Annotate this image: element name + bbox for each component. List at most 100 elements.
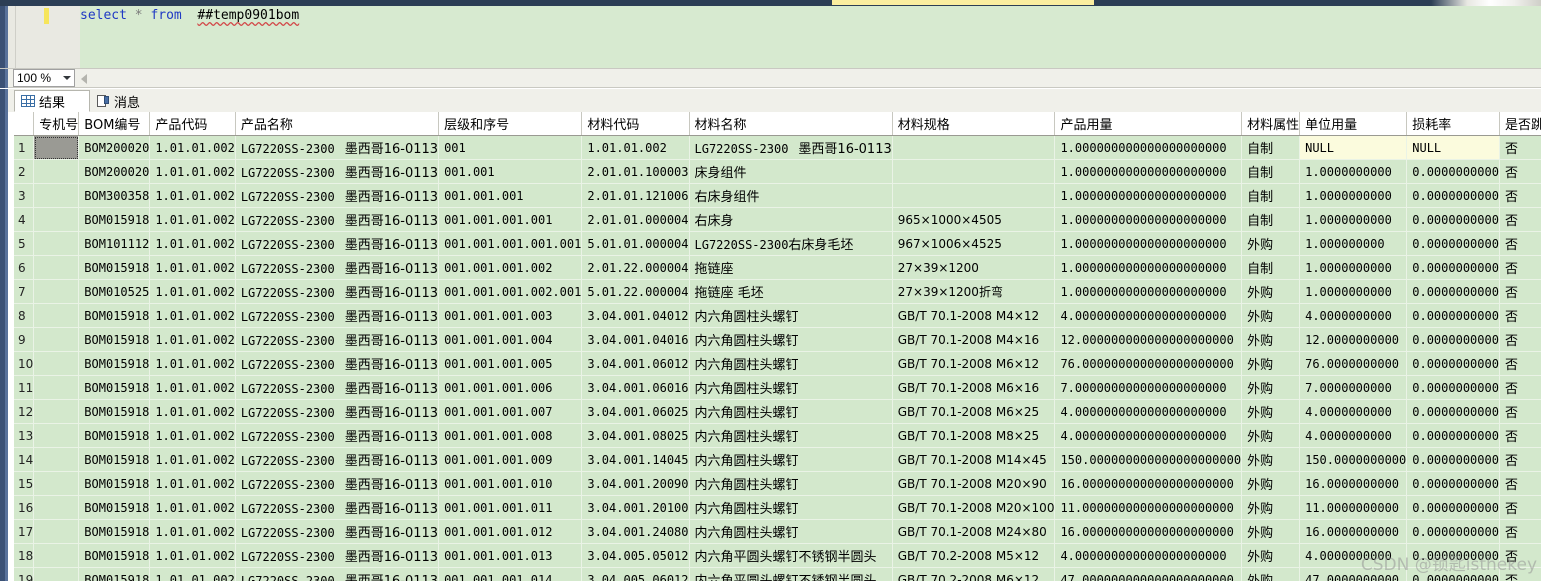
cell-prodqty[interactable]: 7.000000000000000000000 <box>1054 375 1243 400</box>
cell-bom[interactable]: BOM015918 <box>78 255 151 280</box>
cell-levelseq[interactable]: 001.001.001.001 <box>438 207 583 232</box>
cell-unitqty[interactable]: 1.0000000000 <box>1299 183 1408 208</box>
cell-lossrate[interactable]: 0.0000000000 <box>1406 399 1500 424</box>
cell-prodqty[interactable]: 1.000000000000000000000 <box>1054 255 1243 280</box>
cell-lossrate[interactable]: 0.0000000000 <box>1406 183 1500 208</box>
cell-unitqty[interactable]: 12.0000000000 <box>1299 327 1408 352</box>
cell-prodcode[interactable]: 1.01.01.002 <box>149 327 236 352</box>
cell-prodcode[interactable]: 1.01.01.002 <box>149 351 236 376</box>
results-grid[interactable]: 专机号 BOM编号 产品代码 产品名称 层级和序号 材料代码 材料名称 材料规格 产品用量 材料属… <box>14 112 1541 581</box>
cell-lossrate[interactable]: 0.0000000000 <box>1406 207 1500 232</box>
row-number[interactable]: 1 <box>14 135 35 160</box>
row-number[interactable]: 6 <box>14 255 35 280</box>
cell-prodqty[interactable]: 76.000000000000000000000 <box>1054 351 1243 376</box>
cell-matspec[interactable]: 967×1006×4525 <box>892 231 1056 256</box>
cell-prodcode[interactable]: 1.01.01.002 <box>149 375 236 400</box>
row-number[interactable]: 15 <box>14 471 35 496</box>
cell-unitqty[interactable]: 1.000000000 <box>1299 231 1408 256</box>
cell-zhuanjihao[interactable] <box>33 279 80 304</box>
cell-levelseq[interactable]: 001.001.001.003 <box>438 303 583 328</box>
cell-unitqty[interactable]: 4.0000000000 <box>1299 303 1408 328</box>
cell-lossrate[interactable]: 0.0000000000 <box>1406 447 1500 472</box>
cell-matcode[interactable]: 3.04.001.08025 <box>581 423 690 448</box>
cell-bom[interactable]: BOM015918 <box>78 567 151 581</box>
cell-lossrate[interactable]: 0.0000000000 <box>1406 351 1500 376</box>
cell-zhuanjihao[interactable] <box>33 375 80 400</box>
cell-levelseq[interactable]: 001.001.001.001.001 <box>438 231 583 256</box>
cell-prodname[interactable]: LG7220SS-2300 墨西哥16-0113 <box>235 519 440 544</box>
cell-matattr[interactable]: 外购 <box>1241 567 1301 581</box>
table-row[interactable]: 6 BOM015918 1.01.01.002 LG7220SS-2300 墨西哥16-… <box>14 255 1541 280</box>
cell-bom[interactable]: BOM015918 <box>78 519 151 544</box>
row-number[interactable]: 13 <box>14 423 35 448</box>
cell-zhuanjihao[interactable] <box>33 231 80 256</box>
cell-matattr[interactable]: 外购 <box>1241 231 1301 256</box>
cell-bom[interactable]: BOM015918 <box>78 423 151 448</box>
cell-prodname[interactable]: LG7220SS-2300 墨西哥16-0113 <box>235 375 440 400</box>
cell-levelseq[interactable]: 001.001.001.010 <box>438 471 583 496</box>
cell-zhuanjihao[interactable] <box>33 327 80 352</box>
cell-levelseq[interactable]: 001.001.001.011 <box>438 495 583 520</box>
cell-matspec[interactable]: GB/T 70.1-2008 M20×100 <box>892 495 1056 520</box>
cell-bom[interactable]: BOM015918 <box>78 471 151 496</box>
cell-matattr[interactable]: 自制 <box>1241 135 1301 160</box>
cell-prodcode[interactable]: 1.01.01.002 <box>149 543 236 568</box>
cell-lossrate[interactable]: 0.0000000000 <box>1406 255 1500 280</box>
column-header-prodname[interactable]: 产品名称 <box>235 112 440 136</box>
cell-prodqty[interactable]: 4.000000000000000000000 <box>1054 423 1243 448</box>
table-row[interactable]: 3 BOM300358 1.01.01.002 LG7220SS-2300 墨西哥16-… <box>14 183 1541 208</box>
cell-lossrate[interactable]: 0.0000000000 <box>1406 279 1500 304</box>
cell-prodname[interactable]: LG7220SS-2300 墨西哥16-0113 <box>235 351 440 376</box>
cell-levelseq[interactable]: 001.001.001.005 <box>438 351 583 376</box>
cell-matspec[interactable] <box>892 135 1056 160</box>
cell-matspec[interactable]: GB/T 70.1-2008 M6×25 <box>892 399 1056 424</box>
cell-matname[interactable]: 内六角圆柱头螺钉 <box>689 471 893 496</box>
cell-skiplevel[interactable]: 否 <box>1499 423 1541 448</box>
grid-corner-header[interactable] <box>14 112 35 136</box>
cell-zhuanjihao[interactable] <box>33 519 80 544</box>
cell-lossrate[interactable]: 0.0000000000 <box>1406 543 1500 568</box>
cell-lossrate[interactable]: 0.0000000000 <box>1406 231 1500 256</box>
cell-prodname[interactable]: LG7220SS-2300 墨西哥16-0113 <box>235 231 440 256</box>
cell-lossrate[interactable]: 0.0000000000 <box>1406 495 1500 520</box>
cell-prodqty[interactable]: 1.000000000000000000000 <box>1054 207 1243 232</box>
cell-prodcode[interactable]: 1.01.01.002 <box>149 279 236 304</box>
cell-levelseq[interactable]: 001.001.001.008 <box>438 423 583 448</box>
cell-unitqty[interactable]: NULL <box>1299 135 1408 160</box>
cell-bom[interactable]: BOM200020 <box>78 135 151 160</box>
cell-matcode[interactable]: 3.04.005.06012 <box>581 567 690 581</box>
cell-matspec[interactable]: GB/T 70.1-2008 M6×12 <box>892 351 1056 376</box>
cell-matname[interactable]: LG7220SS-2300 墨西哥16-0113 <box>689 135 893 160</box>
row-number[interactable]: 16 <box>14 495 35 520</box>
cell-lossrate[interactable]: 0.0000000000 <box>1406 327 1500 352</box>
cell-matcode[interactable]: 3.04.001.20090 <box>581 471 690 496</box>
cell-matname[interactable]: 内六角平圆头螺钉不锈钢半圆头 <box>689 543 893 568</box>
cell-bom[interactable]: BOM015918 <box>78 375 151 400</box>
cell-matattr[interactable]: 外购 <box>1241 423 1301 448</box>
cell-skiplevel[interactable]: 否 <box>1499 495 1541 520</box>
row-number[interactable]: 14 <box>14 447 35 472</box>
cell-matspec[interactable]: 965×1000×4505 <box>892 207 1056 232</box>
cell-prodname[interactable]: LG7220SS-2300 墨西哥16-0113 <box>235 471 440 496</box>
cell-lossrate[interactable]: 0.0000000000 <box>1406 423 1500 448</box>
cell-matcode[interactable]: 3.04.001.06012 <box>581 351 690 376</box>
cell-unitqty[interactable]: 4.0000000000 <box>1299 423 1408 448</box>
row-number[interactable]: 8 <box>14 303 35 328</box>
cell-levelseq[interactable]: 001.001.001.012 <box>438 519 583 544</box>
row-number[interactable]: 18 <box>14 543 35 568</box>
table-row[interactable]: 14 BOM015918 1.01.01.002 LG7220SS-2300 墨西哥16… <box>14 447 1541 472</box>
cell-bom[interactable]: BOM015918 <box>78 543 151 568</box>
cell-skiplevel[interactable]: 否 <box>1499 447 1541 472</box>
cell-unitqty[interactable]: 150.0000000000 <box>1299 447 1408 472</box>
cell-matname[interactable]: 内六角圆柱头螺钉 <box>689 327 893 352</box>
cell-prodqty[interactable]: 16.000000000000000000000 <box>1054 519 1243 544</box>
cell-matattr[interactable]: 外购 <box>1241 543 1301 568</box>
table-row[interactable]: 12 BOM015918 1.01.01.002 LG7220SS-2300 墨西哥16… <box>14 399 1541 424</box>
cell-unitqty[interactable]: 4.0000000000 <box>1299 399 1408 424</box>
cell-matname[interactable]: 内六角圆柱头螺钉 <box>689 519 893 544</box>
cell-matattr[interactable]: 外购 <box>1241 495 1301 520</box>
cell-prodcode[interactable]: 1.01.01.002 <box>149 423 236 448</box>
cell-matspec[interactable]: GB/T 70.1-2008 M14×45 <box>892 447 1056 472</box>
cell-matcode[interactable]: 3.04.001.14045 <box>581 447 690 472</box>
cell-matname[interactable]: 右床身 <box>689 207 893 232</box>
